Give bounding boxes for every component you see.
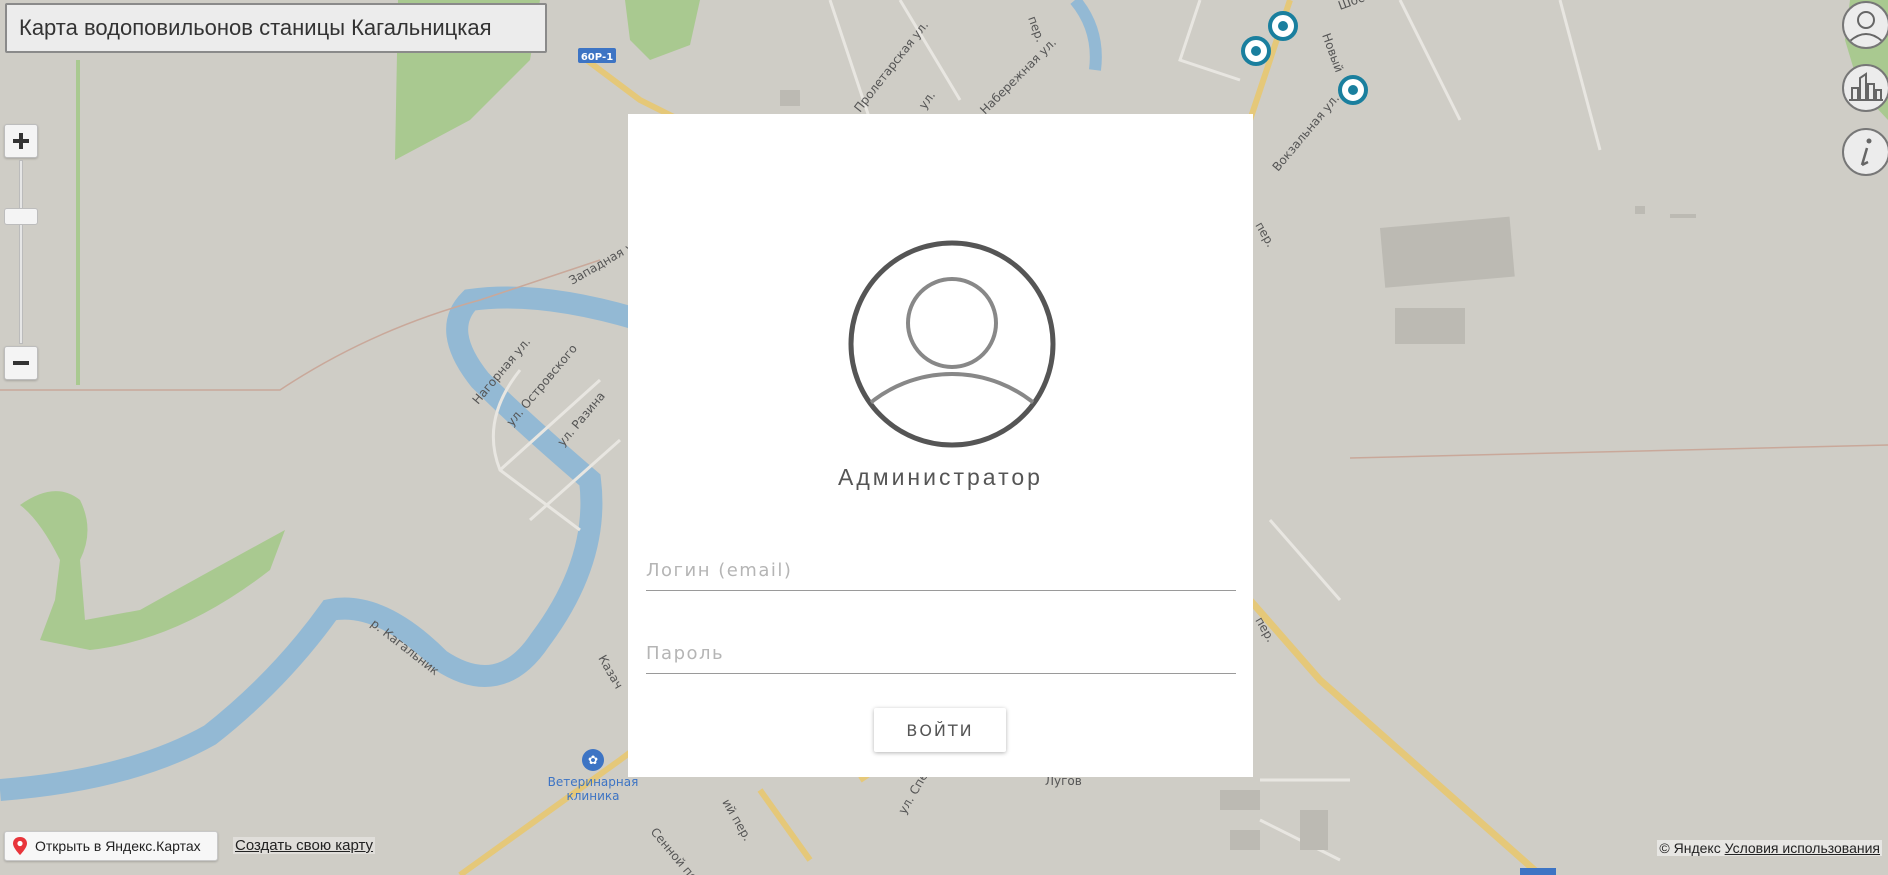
copyright-text: © Яндекс [1659, 840, 1721, 856]
svg-text:✿: ✿ [588, 753, 598, 767]
zoom-slider-track[interactable] [19, 160, 23, 344]
info-button[interactable] [1842, 128, 1888, 176]
user-avatar-icon [848, 240, 1056, 448]
water-point-marker[interactable] [1338, 75, 1368, 105]
create-map-link[interactable]: Создать свою карту [233, 837, 376, 854]
zoom-control[interactable] [4, 124, 38, 384]
password-input[interactable] [646, 634, 1236, 674]
login-button[interactable]: ВОЙТИ [874, 708, 1006, 752]
login-dialog: Администратор ВОЙТИ [628, 114, 1253, 777]
city-icon [1849, 72, 1883, 101]
user-button[interactable] [1842, 1, 1888, 49]
zoom-in-button[interactable] [4, 124, 38, 158]
login-email-input[interactable] [646, 551, 1236, 591]
plus-icon [13, 133, 29, 149]
water-point-marker[interactable] [1268, 11, 1298, 41]
copyright: © Яндекс Условия использования [1657, 840, 1882, 856]
user-icon [1849, 11, 1883, 42]
open-in-yandex-button[interactable]: Открыть в Яндекс.Картах [4, 831, 218, 861]
map-title: Карта водоповильонов станицы Кагальницка… [5, 3, 547, 53]
open-in-yandex-label: Открыть в Яндекс.Картах [35, 838, 201, 854]
vet-clinic-label: клиника [567, 789, 620, 803]
minus-icon [13, 361, 29, 365]
zoom-slider-handle[interactable] [4, 208, 38, 225]
city-button[interactable] [1842, 64, 1888, 112]
vet-clinic-label: Ветеринарная [548, 775, 639, 789]
zoom-out-button[interactable] [4, 346, 38, 380]
road-badge: 60Р-1 [581, 52, 613, 63]
info-icon [1860, 138, 1872, 167]
water-point-marker[interactable] [1241, 36, 1271, 66]
role-label: Администратор [838, 464, 1043, 490]
location-pin-icon [13, 837, 27, 855]
terms-link[interactable]: Условия использования [1725, 840, 1880, 856]
